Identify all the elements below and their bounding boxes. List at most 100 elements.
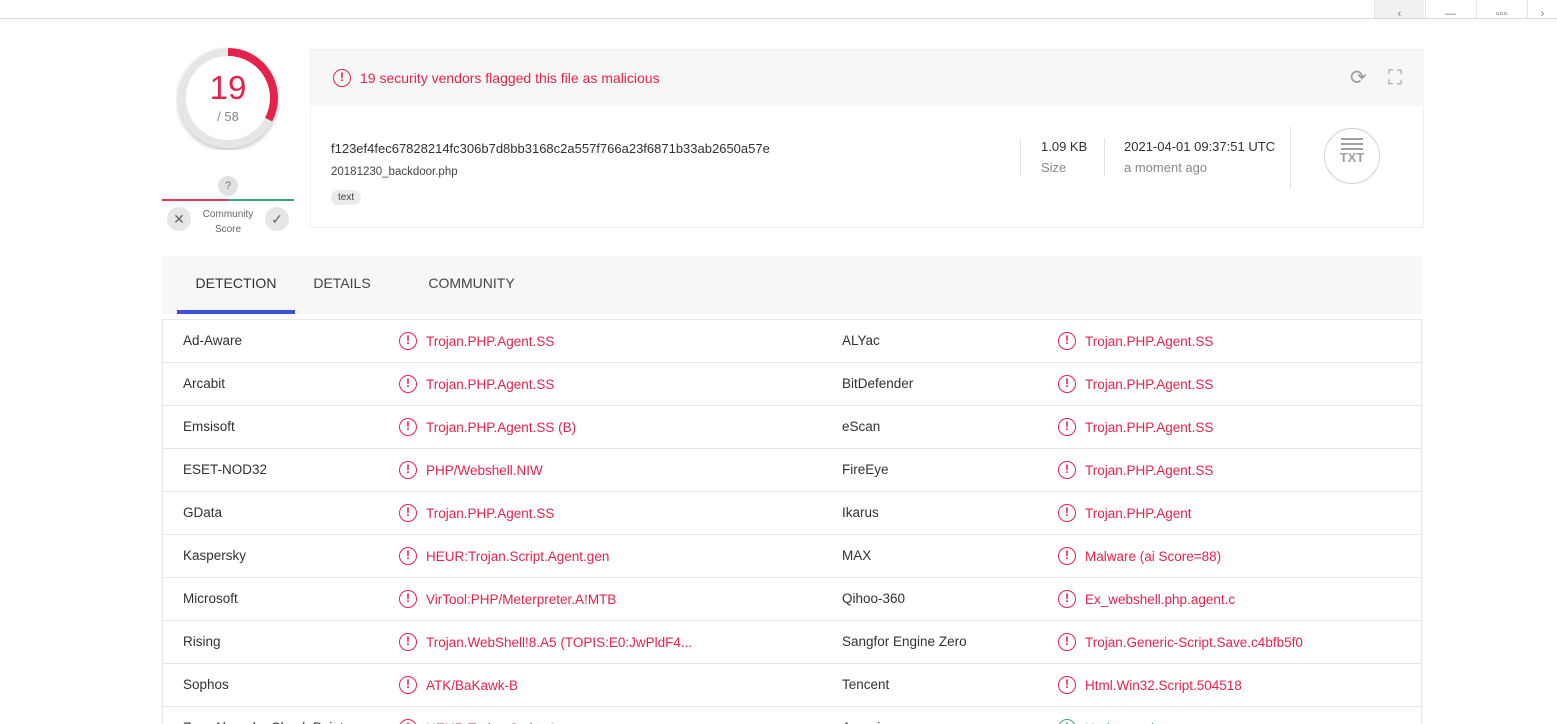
menu-icon: — [1445,8,1456,20]
vendor-name: Emsisoft [183,419,235,434]
detection-label: ATK/BaKawk-B [426,677,519,693]
detection-result: ! VirTool:PHP/Meterpreter.A!MTB [399,590,616,608]
alert-icon: ! [1058,590,1076,608]
tab-detection[interactable]: DETECTION [177,256,295,314]
alert-icon: ! [399,676,417,694]
vendor-name: FireEye [842,462,889,477]
help-icon[interactable]: ? [218,176,238,196]
detection-result: ! PHP/Webshell.NIW [399,461,543,479]
table-row: ESET-NOD32! PHP/Webshell.NIW FireEye! Troja… [163,449,1421,492]
community-score-label: Community Score [202,209,254,235]
vendor-name: Arcabit [183,376,226,391]
detection-result: ! Trojan.PHP.Agent.SS [399,332,554,350]
detection-label: PHP/Webshell.NIW [426,462,543,478]
vendor-name: Kaspersky [183,548,247,563]
file-size: 1.09 KB [1041,139,1088,154]
vendor-name: ZoneAlarm by Check Point [183,720,344,724]
close-icon: ✕ [173,211,185,227]
detection-result: ! Ex_webshell.php.agent.c [1058,590,1235,608]
detection-label: Undetected [1085,721,1154,724]
detection-label: HEUR:Trojan.Script.Agent.gen [426,548,610,564]
grid-icon: ▫▫▫ [1495,8,1508,20]
alert-icon: ! [399,418,417,436]
detection-label: Trojan.Generic-Script.Save.c4bfb5f0 [1085,634,1303,650]
table-row: Kaspersky! HEUR:Trojan.Script.Agent.gen MA… [163,535,1421,578]
forward-button[interactable]: › [1527,0,1557,20]
vendor-name: ALYac [842,333,880,348]
file-summary-card: ! 19 security vendors flagged this file … [310,49,1424,228]
vote-malicious-button[interactable]: ✕ [167,207,191,231]
alert-icon: ! [399,719,417,724]
detection-result: ! Malware (ai Score=88) [1058,547,1221,565]
table-row: Emsisoft! Trojan.PHP.Agent.SS (B) eScan! Tr… [163,406,1421,449]
file-type-label: TXT [1339,150,1365,165]
divider [1104,138,1105,176]
table-row: Microsoft! VirTool:PHP/Meterpreter.A!MTB Q… [163,578,1421,621]
alert-icon: ! [1058,547,1076,565]
table-row: ZoneAlarm by Check Point! HEUR:Trojan.Scr… [163,707,1421,724]
analysis-date: 2021-04-01 09:37:51 UTC [1124,139,1276,154]
tab-community[interactable]: COMMUNITY [414,256,529,314]
file-size-label: Size [1041,160,1067,175]
graph-icon[interactable]: ⛶ [1388,68,1402,88]
detection-label: Trojan.PHP.Agent.SS [1085,333,1214,349]
positives-count: 19 [209,69,247,106]
tab-details[interactable]: DETAILS [302,256,382,314]
vendor-name: eScan [842,419,881,434]
alert-icon: ! [1058,504,1076,522]
analysis-date-relative: a moment ago [1124,160,1208,175]
alert-icon: ! [1058,418,1076,436]
vendor-name: Qihoo-360 [842,591,906,606]
detection-result: ! Trojan.PHP.Agent.SS [399,504,554,522]
alert-icon: ! [333,69,351,87]
alert-icon: ! [399,590,417,608]
reanalyze-icon[interactable]: ⟳ [1350,68,1367,88]
detection-label: Ex_webshell.php.agent.c [1085,591,1236,607]
detection-label: HEUR:Trojan.Script.Agent.gen [426,721,609,724]
detection-result: ! Trojan.PHP.Agent.SS [399,375,554,393]
detection-result: ! Trojan.WebShell!8.A5 (TOPIS:E0:JwPldF4.… [399,633,692,651]
menu-button[interactable]: — [1425,0,1475,20]
back-button[interactable]: ‹ [1374,0,1424,20]
vote-harmless-button[interactable]: ✓ [265,207,289,231]
vendor-name: BitDefender [842,376,914,391]
top-toolbar: ‹ — ▫▫▫ › [0,0,1557,20]
detection-label: Trojan.PHP.Agent.SS (B) [426,419,577,435]
vendor-name: Ikarus [842,505,879,520]
vendor-name: Tencent [842,677,890,692]
file-type-icon: TXT [1324,128,1380,184]
alert-icon: ! [1058,676,1076,694]
detection-result: ! HEUR:Trojan.Script.Agent.gen [399,547,609,565]
file-hash[interactable]: f123ef4fec67828214fc306b7d8bb3168c2a557f… [331,141,770,156]
detection-label: VirTool:PHP/Meterpreter.A!MTB [426,591,617,607]
table-row: GData! Trojan.PHP.Agent.SS Ikarus! Trojan.P… [163,492,1421,535]
vendor-name: Sophos [183,677,229,692]
alert-icon: ! [399,461,417,479]
detection-label: Trojan.PHP.Agent.SS [1085,419,1214,435]
malicious-alert: ! 19 security vendors flagged this file … [311,50,1424,106]
check-icon: ✓ [271,211,283,227]
table-row: Arcabit! Trojan.PHP.Agent.SS BitDefender! T… [163,363,1421,406]
tab-bar: DETECTION DETAILS COMMUNITY [162,256,1422,314]
vendor-name: Acronis [842,720,887,724]
detection-result: ! Trojan.Generic-Script.Save.c4bfb5f0 [1058,633,1303,651]
detection-result: ! Trojan.PHP.Agent.SS [1058,332,1213,350]
divider [1020,138,1021,176]
alert-icon: ! [399,375,417,393]
vendor-name: Rising [183,634,221,649]
detection-label: Trojan.PHP.Agent.SS [426,505,555,521]
detection-result: ! ATK/BaKawk-B [399,676,518,694]
grid-button[interactable]: ▫▫▫ [1476,0,1526,20]
vendor-name: MAX [842,548,872,563]
detection-result: ! Trojan.PHP.Agent.SS [1058,461,1213,479]
detection-table: Ad-Aware! Trojan.PHP.Agent.SS ALYac! Trojan… [162,319,1422,724]
alert-text: 19 security vendors flagged this file as… [360,70,660,86]
file-tag[interactable]: text [331,190,362,205]
community-bar-positive [228,199,294,201]
chevron-left-icon: ‹ [1397,8,1402,20]
total-engines: / 58 [217,109,239,124]
alert-icon: ! [1058,375,1076,393]
vendor-name: Microsoft [183,591,238,606]
detection-result: ! HEUR:Trojan.Script.Agent.gen [399,719,609,724]
detection-result: ! Trojan.PHP.Agent.SS (B) [399,418,576,436]
